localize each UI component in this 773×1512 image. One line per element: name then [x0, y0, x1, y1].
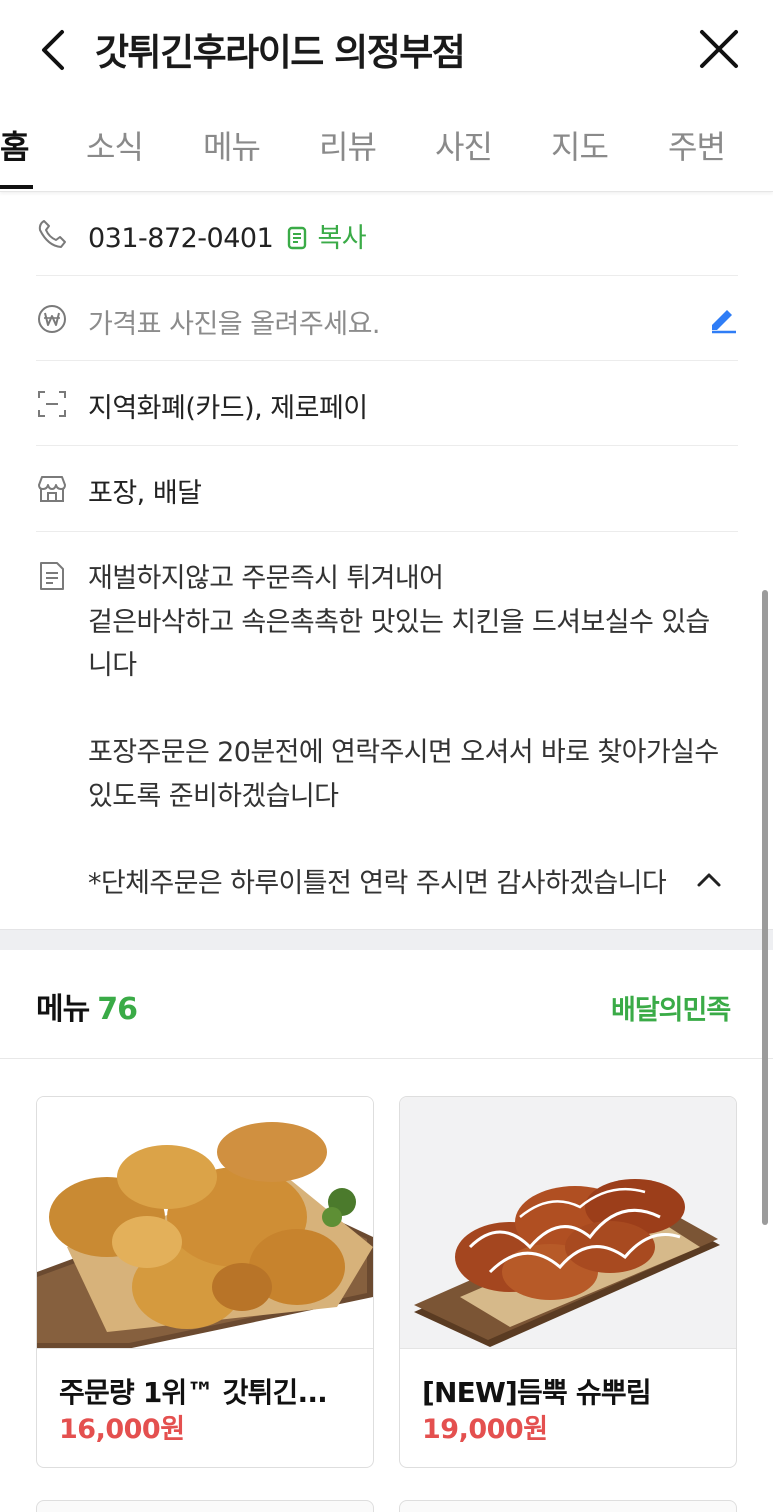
description-line: [88, 818, 748, 862]
chevron-left-icon: [42, 30, 64, 70]
description-icon: [40, 562, 64, 590]
description-line: [88, 688, 748, 732]
close-icon: [700, 30, 738, 68]
menu-section-title: 메뉴 76: [36, 984, 138, 1028]
service-options: 포장, 배달: [88, 478, 202, 509]
copy-icon: [288, 226, 307, 250]
menu-item-name: [NEW]듬뿍 슈뿌림: [422, 1376, 652, 1409]
sauced-chicken-photo: [400, 1097, 736, 1349]
menu-separator: [0, 1058, 773, 1059]
menu-card[interactable]: [NEW]듬뿍 슈뿌림 19,000원: [399, 1096, 737, 1468]
collapse-description-button[interactable]: [694, 864, 724, 894]
description-line: 재벌하지않고 주문즉시 튀겨내어: [88, 563, 444, 594]
menu-card[interactable]: 주문량 1위™ 갓튀긴... 16,000원: [36, 1096, 374, 1468]
tab-news[interactable]: 소식: [86, 122, 144, 168]
page-title: 갓튀긴후라이드 의정부점: [95, 31, 466, 74]
copy-label: 복사: [317, 223, 367, 254]
active-tab-indicator: [0, 185, 33, 189]
menu-item-price: 16,000원: [59, 1414, 185, 1445]
description-line: 겉은바삭하고 속은촉촉한 맛있는 치킨을 드셔보실수 있습: [88, 606, 710, 638]
phone-row: 031-872-0401 복사: [36, 192, 738, 276]
back-button[interactable]: [34, 26, 74, 74]
service-row: 포장, 배달: [36, 446, 738, 532]
tab-map[interactable]: 지도: [551, 122, 609, 168]
place-detail-page: 갓튀긴후라이드 의정부점 홈 소식 메뉴 리뷰 사진 지도 주변 031-872…: [0, 0, 773, 1512]
menu-count: 76: [97, 992, 138, 1027]
fried-chicken-photo: [37, 1097, 373, 1349]
scrollbar[interactable]: [762, 590, 768, 1225]
won-icon: [38, 305, 66, 333]
tab-photos[interactable]: 사진: [435, 122, 493, 168]
menu-item-name: 주문량 1위™ 갓튀긴...: [59, 1376, 328, 1409]
price-photo-prompt: 가격표 사진을 올려주세요.: [88, 309, 381, 340]
menu-item-price: 19,000원: [422, 1414, 548, 1445]
tab-bar: 홈 소식 메뉴 리뷰 사진 지도 주변: [0, 108, 773, 192]
menu-card-partial[interactable]: [399, 1500, 737, 1512]
tab-nearby[interactable]: 주변: [668, 122, 726, 168]
tab-menu[interactable]: 메뉴: [203, 122, 261, 168]
payment-methods: 지역화폐(카드), 제로페이: [88, 393, 368, 424]
price-row[interactable]: 가격표 사진을 올려주세요.: [36, 276, 738, 361]
phone-number[interactable]: 031-872-0401: [88, 223, 274, 254]
tab-reviews[interactable]: 리뷰: [319, 122, 377, 168]
store-description: 재벌하지않고 주문즉시 튀겨내어 겉은바삭하고 속은촉촉한 맛있는 치킨을 드셔…: [88, 557, 748, 905]
menu-source-link[interactable]: 배달의민족: [611, 988, 731, 1027]
close-button[interactable]: [698, 28, 740, 70]
header: 갓튀긴후라이드 의정부점: [0, 0, 773, 100]
copy-button[interactable]: 복사: [281, 223, 367, 254]
phone-icon: [38, 220, 66, 248]
menu-card-partial[interactable]: [36, 1500, 374, 1512]
description-line: 포장주문은 20분전에 연락주시면 오셔서 바로 찾아가실수: [88, 737, 719, 768]
scan-icon: [38, 391, 66, 417]
payment-row: 지역화폐(카드), 제로페이: [36, 361, 738, 446]
chevron-up-icon: [697, 873, 721, 887]
description-line: 있도록 준비하겠습니다: [88, 780, 339, 812]
menu-heading: 메뉴: [36, 992, 90, 1027]
store-icon: [38, 476, 66, 502]
section-divider: [0, 929, 773, 950]
description-line: 니다: [88, 650, 137, 681]
description-line: *단체주문은 하루이틀전 연락 주시면 감사하겠습니다: [88, 867, 667, 899]
tab-home[interactable]: 홈: [0, 122, 29, 168]
edit-pencil-icon[interactable]: [708, 304, 738, 334]
